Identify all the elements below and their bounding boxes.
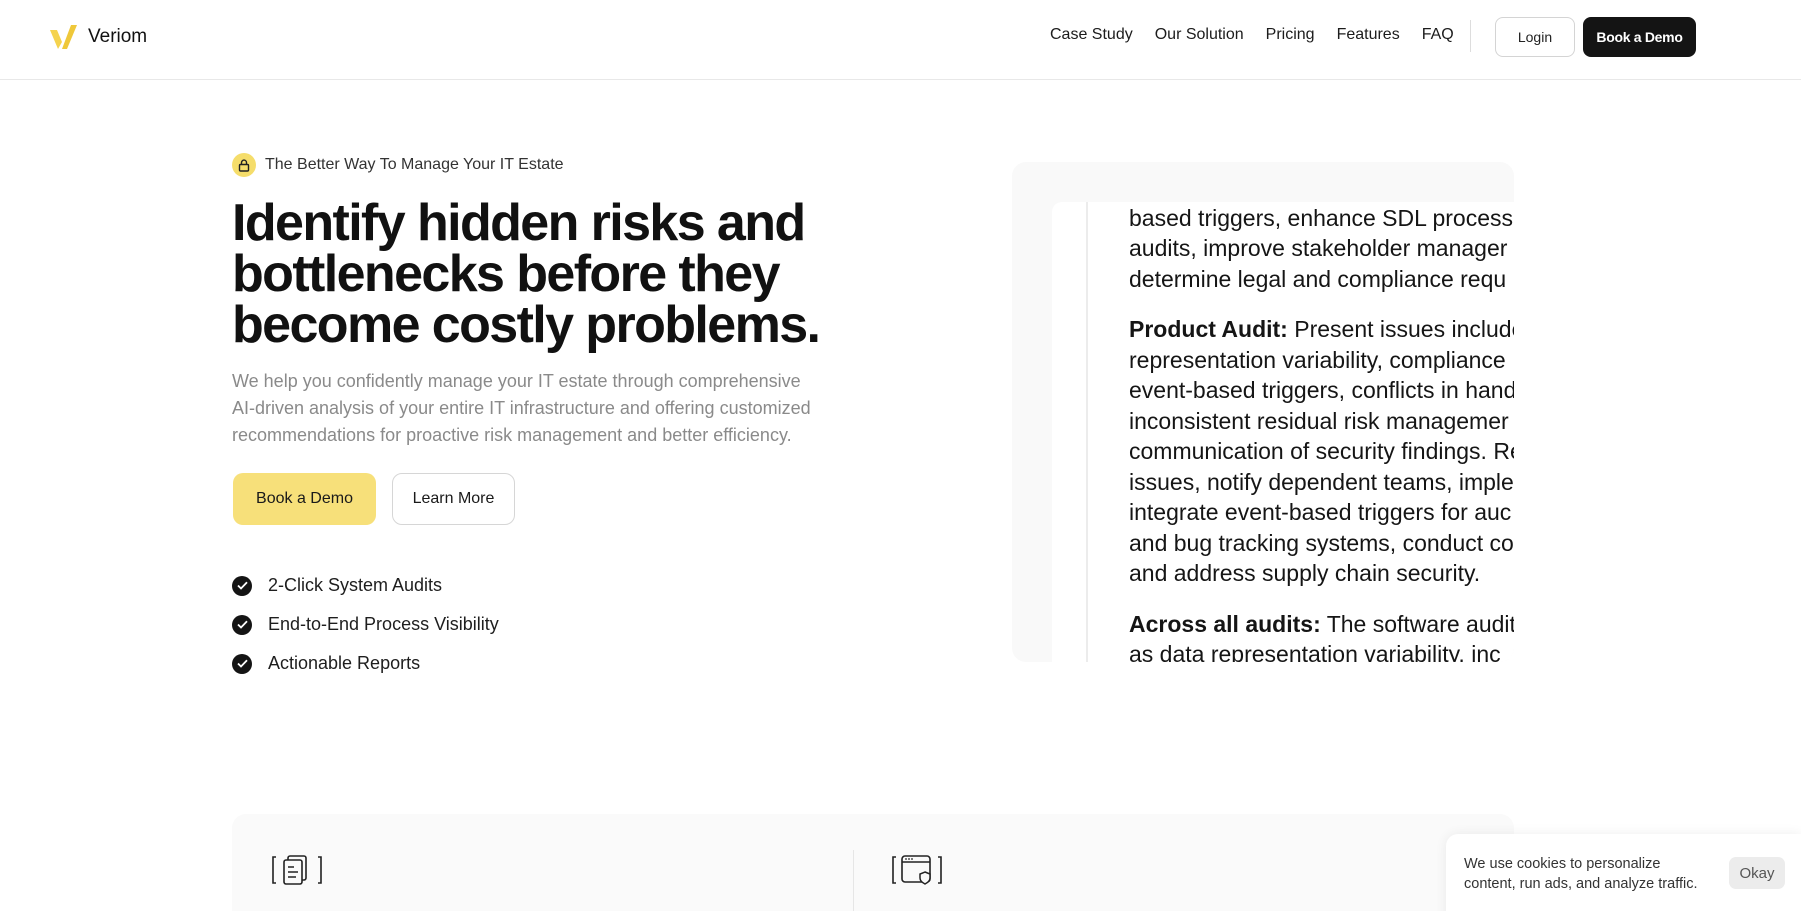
report-line: inconsistent residual risk managemer xyxy=(1129,407,1509,434)
audit-report-preview: based triggers, enhance SDL process l au… xyxy=(1012,162,1514,662)
report-line: event-based triggers, conflicts in hand xyxy=(1129,377,1514,403)
report-line: integrate event-based triggers for auc xyxy=(1129,499,1512,525)
check-circle-icon xyxy=(232,653,252,674)
report-margin-rule xyxy=(1086,202,1088,662)
report-paragraph-product-audit: Product Audit: Present issues include c … xyxy=(1129,314,1514,589)
login-button[interactable]: Login xyxy=(1495,17,1575,57)
report-text: based triggers, enhance SDL process l au… xyxy=(1129,202,1514,663)
features-card-divider xyxy=(853,850,854,911)
report-line: as data representation variability, inc xyxy=(1129,641,1501,662)
feature-item: End-to-End Process Visibility xyxy=(232,605,499,644)
report-line: based triggers, enhance SDL process l xyxy=(1129,204,1514,231)
nav-features[interactable]: Features xyxy=(1337,26,1400,44)
report-line: representation variability, compliance xyxy=(1129,346,1506,373)
logo[interactable]: Veriom xyxy=(48,22,147,52)
browser-shield-icon xyxy=(892,855,942,885)
feature-list: 2-Click System Audits End-to-End Process… xyxy=(232,566,499,683)
hero-title-line: become costly problems. xyxy=(232,296,821,354)
cookie-banner: We use cookies to personalize content, r… xyxy=(1446,834,1801,911)
report-heading: Product Audit: xyxy=(1129,316,1288,342)
report-paragraph: based triggers, enhance SDL process l au… xyxy=(1129,202,1514,294)
report-line: The software audit r xyxy=(1320,610,1514,637)
cookie-okay-button[interactable]: Okay xyxy=(1729,857,1785,889)
hero-subtitle-line: We help you confidently manage your IT e… xyxy=(232,371,801,391)
hero-eyebrow-text: The Better Way To Manage Your IT Estate xyxy=(265,156,564,173)
report-paper: based triggers, enhance SDL process l au… xyxy=(1052,202,1514,662)
feature-label: 2-Click System Audits xyxy=(268,575,443,595)
document-icon xyxy=(272,855,322,885)
report-line: and bug tracking systems, conduct co xyxy=(1129,529,1514,556)
hero-title-line: bottlenecks before they xyxy=(232,245,781,303)
report-heading: Across all audits: xyxy=(1129,610,1321,637)
nav-pricing[interactable]: Pricing xyxy=(1266,26,1315,44)
report-line: audits, improve stakeholder manager xyxy=(1129,235,1508,261)
check-circle-icon xyxy=(232,575,252,596)
report-line: issues, notify dependent teams, imple xyxy=(1129,468,1514,495)
lock-icon xyxy=(232,153,256,177)
report-line: and address supply chain security. xyxy=(1129,560,1481,586)
hero-book-demo-button[interactable]: Book a Demo xyxy=(233,473,376,525)
feature-label: End-to-End Process Visibility xyxy=(268,614,499,634)
brand-name: Veriom xyxy=(88,26,148,47)
nav-divider xyxy=(1470,20,1471,52)
hero-title: Identify hidden risks and bottlenecks be… xyxy=(232,194,832,354)
nav-case-study[interactable]: Case Study xyxy=(1050,26,1133,44)
hero-subtitle: We help you confidently manage your IT e… xyxy=(232,368,812,449)
site-header: Veriom Case Study Our Solution Pricing F… xyxy=(0,0,1801,80)
check-circle-icon xyxy=(232,614,252,635)
nav-faq[interactable]: FAQ xyxy=(1422,26,1454,44)
report-paragraph-across-audits: Across all audits: The software audit r … xyxy=(1129,609,1514,663)
hero-eyebrow: The Better Way To Manage Your IT Estate xyxy=(232,153,564,177)
nav-our-solution[interactable]: Our Solution xyxy=(1155,26,1244,44)
main-nav: Case Study Our Solution Pricing Features… xyxy=(1050,26,1454,44)
hero-subtitle-line: AI-driven analysis of your entire IT inf… xyxy=(232,398,811,418)
hero-subtitle-line: recommendations for proactive risk manag… xyxy=(232,425,792,445)
hero-title-line: Identify hidden risks and xyxy=(232,194,806,252)
cookie-text: We use cookies to personalize content, r… xyxy=(1464,856,1698,892)
report-line: Present issues include c xyxy=(1294,316,1514,342)
header-book-demo-button[interactable]: Book a Demo xyxy=(1583,17,1696,57)
features-card xyxy=(232,814,1514,911)
veriom-logo-icon xyxy=(50,25,77,49)
feature-item: Actionable Reports xyxy=(232,644,499,683)
report-line: communication of security findings. Re xyxy=(1129,438,1514,464)
report-line: determine legal and compliance requ xyxy=(1129,265,1507,292)
learn-more-button[interactable]: Learn More xyxy=(392,473,515,525)
feature-label: Actionable Reports xyxy=(268,653,421,673)
feature-item: 2-Click System Audits xyxy=(232,566,499,605)
